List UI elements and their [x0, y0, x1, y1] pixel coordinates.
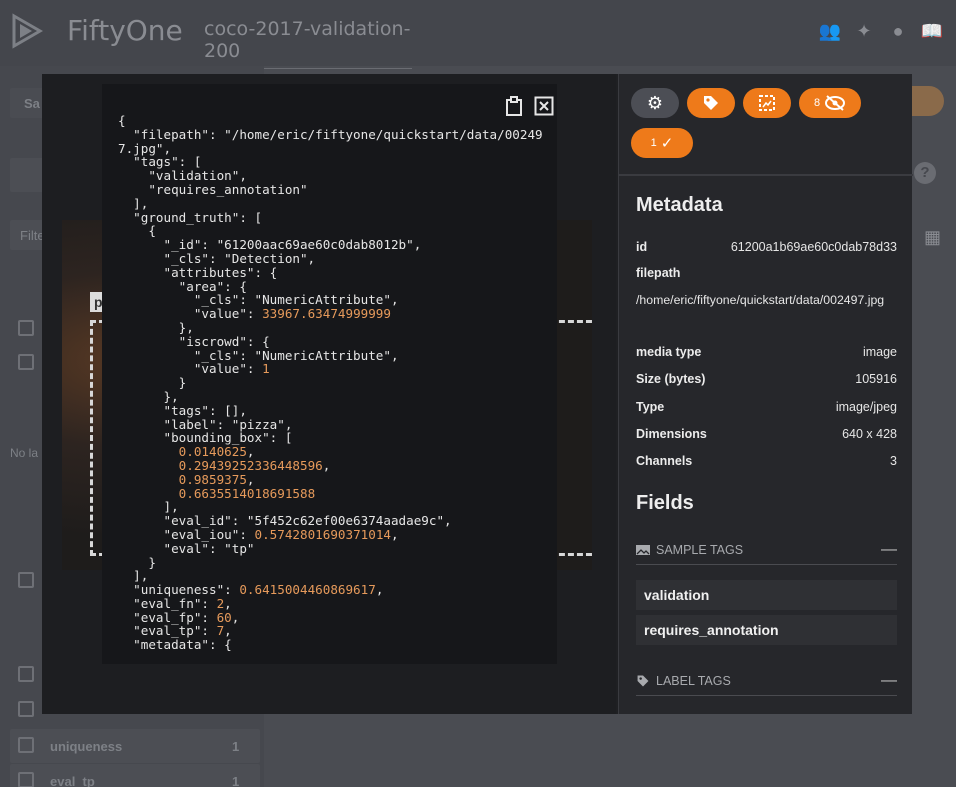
sample-tag-item[interactable]: validation [636, 580, 897, 610]
close-icon[interactable] [534, 96, 554, 116]
json-line: "eval": "tp" [118, 540, 255, 556]
fiftyone-logo-icon [12, 13, 44, 49]
image-icon [636, 544, 650, 555]
json-line: "area": { [118, 278, 247, 294]
sample-tags-header[interactable]: SAMPLE TAGS — [636, 535, 897, 565]
metadata-row-media-type: media type image [636, 345, 897, 359]
bg-checkbox [18, 572, 34, 588]
json-line: "_id": "61200aac69ae60c0dab8012b", [118, 237, 422, 253]
tag-button[interactable] [687, 88, 735, 118]
json-line: ], [118, 568, 149, 584]
help-icon: ? [914, 162, 936, 184]
sample-tag-item[interactable]: requires_annotation [636, 615, 897, 645]
hidden-count: 8 [813, 97, 821, 109]
json-line: } [118, 375, 187, 391]
metadata-row-size: Size (bytes) 105916 [636, 372, 897, 386]
json-content: { "filepath": "/home/eric/fiftyone/quick… [118, 114, 548, 652]
eye-slash-icon [825, 95, 846, 111]
metadata-row-dimensions: Dimensions 640 x 428 [636, 427, 897, 441]
json-line: } [118, 554, 156, 570]
json-line: "eval_fn": 2, [118, 595, 232, 611]
github-icon[interactable]: ● [886, 20, 910, 42]
docs-icon[interactable]: 📖 [920, 20, 944, 42]
bg-orange-pill [912, 86, 944, 116]
json-line: ], [118, 195, 149, 211]
json-line: "validation", [118, 168, 247, 184]
json-line: "_cls": "NumericAttribute", [118, 347, 399, 363]
metadata-filepath-value: /home/eric/fiftyone/quickstart/data/0024… [636, 293, 885, 307]
json-line: "uniqueness": 0.6415004460869617, [118, 582, 384, 598]
collapse-icon[interactable]: — [881, 672, 897, 690]
metadata-row-channels: Channels 3 [636, 454, 897, 468]
hidden-labels-button[interactable]: 8 [799, 88, 861, 118]
bg-checkbox [18, 320, 34, 336]
json-panel[interactable]: { "filepath": "/home/eric/fiftyone/quick… [102, 84, 557, 664]
json-line: { [118, 113, 126, 128]
top-bar: FiftyOne coco-2017-validation-200 👥 ✦ ● … [0, 0, 956, 69]
json-line: "tags": [], [118, 402, 247, 418]
sample-sidebar: ⚙ 8 1 ✓ Metadata id 61200a1b69ae60c0dab78… [618, 74, 913, 714]
app-title: FiftyOne [67, 14, 183, 47]
metadata-row-type: Type image/jpeg [636, 400, 897, 414]
sample-tags-label: SAMPLE TAGS [656, 542, 744, 557]
grid-icon: ▦ [924, 227, 942, 247]
selected-labels-button[interactable]: 1 ✓ [631, 128, 693, 158]
json-line: 0.9859375, [178, 471, 255, 487]
json-line: "tags": [ [118, 154, 202, 170]
gear-icon: ⚙ [646, 92, 664, 113]
json-line: "eval_iou": 0.5742801690371014, [118, 526, 399, 542]
json-line: "value": 1 [118, 361, 270, 377]
divider [619, 174, 913, 176]
json-line: 0.6635514018691588 [178, 485, 316, 501]
sample-viewer: pizza { "filepath": "/home/eric/fiftyone… [42, 74, 616, 714]
json-line: "eval_tp": 7, [118, 623, 232, 639]
check-icon: ✓ [660, 135, 674, 152]
users-icon[interactable]: 👥 [818, 20, 842, 42]
bg-field-row: uniqueness 1 [10, 729, 260, 763]
tag-icon [637, 675, 649, 686]
settings-button[interactable]: ⚙ [631, 88, 679, 118]
json-line: { [118, 223, 156, 239]
clipboard-icon[interactable] [504, 96, 524, 116]
json-line: }, [118, 319, 194, 335]
json-line: "metadata": { [118, 637, 232, 653]
bg-no-labels-text: No la [10, 446, 39, 460]
json-line: "iscrowd": { [118, 333, 270, 349]
label-tags-header[interactable]: LABEL TAGS — [636, 666, 897, 696]
fields-title: Fields [636, 492, 694, 514]
json-line: "filepath": "/home/eric/fiftyone/quickst… [118, 126, 543, 156]
json-line: 0.29439252336448596, [178, 457, 331, 473]
image-frame-icon [759, 95, 775, 111]
bg-checkbox [18, 666, 34, 682]
tag-icon [704, 96, 718, 110]
json-line: "_cls": "NumericAttribute", [118, 292, 399, 308]
json-line: "bounding_box": [ [118, 430, 293, 446]
slack-icon[interactable]: ✦ [852, 20, 876, 42]
dataset-selector[interactable]: coco-2017-validation-200 [204, 18, 412, 69]
bg-arrow-button [10, 158, 44, 192]
label-tags-label: LABEL TAGS [656, 673, 731, 688]
collapse-icon[interactable]: — [881, 541, 897, 559]
sample-modal: pizza { "filepath": "/home/eric/fiftyone… [42, 74, 913, 714]
json-line: "_cls": "Detection", [118, 250, 316, 266]
bg-checkbox [18, 354, 34, 370]
json-line: "ground_truth": [ [118, 209, 263, 225]
json-line: "value": 33967.63474999999 [118, 306, 391, 322]
json-line: "requires_annotation" [118, 181, 308, 197]
metadata-row-id: id 61200a1b69ae60c0dab78d33 [636, 240, 897, 254]
json-line: 0.0140625, [178, 444, 255, 460]
json-line: }, [118, 388, 179, 404]
bg-field-row: eval_tp 1 [10, 764, 260, 787]
bg-checkbox [18, 701, 34, 717]
metadata-title: Metadata [636, 194, 723, 216]
json-line: "attributes": { [118, 264, 278, 280]
json-line: "eval_fp": 60, [118, 609, 240, 625]
metadata-row-filepath: filepath [636, 266, 681, 280]
json-line: "label": "pizza", [118, 416, 293, 432]
json-line: ], [118, 499, 179, 515]
selected-count: 1 [650, 137, 657, 149]
crop-button[interactable] [743, 88, 791, 118]
json-line: "eval_id": "5f452c62ef00e6374aadae9c", [118, 513, 452, 529]
